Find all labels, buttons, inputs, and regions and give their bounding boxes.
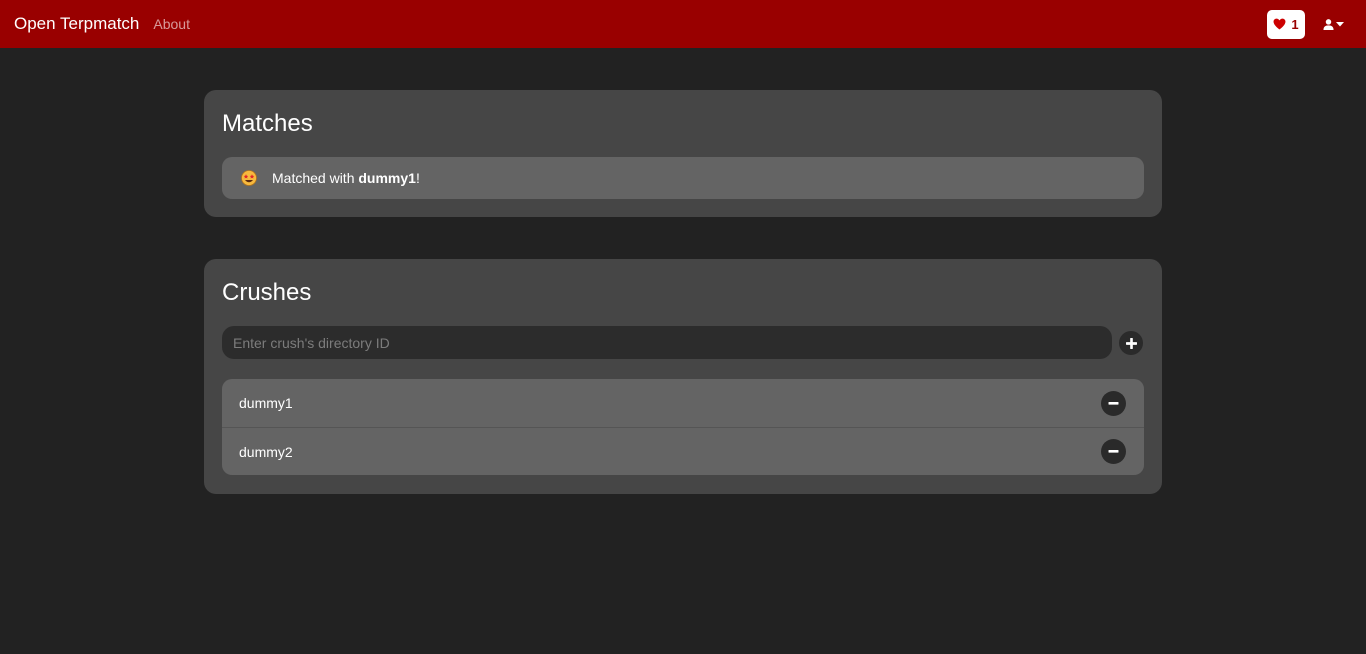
crush-id-input[interactable] bbox=[222, 326, 1112, 359]
crush-name: dummy2 bbox=[239, 443, 293, 460]
caret-down-icon bbox=[1336, 21, 1344, 26]
crushes-title: Crushes bbox=[222, 279, 312, 306]
crush-list: dummy1 dummy2 bbox=[222, 379, 1144, 475]
crushes-card: Crushes dummy1 dummy2 bbox=[204, 259, 1162, 494]
user-icon bbox=[1323, 18, 1334, 30]
minus-icon bbox=[1108, 401, 1119, 405]
crush-list-item: dummy1 bbox=[222, 379, 1144, 427]
plus-icon bbox=[1125, 337, 1137, 349]
minus-icon bbox=[1108, 450, 1119, 453]
crush-name: dummy1 bbox=[239, 395, 293, 411]
add-crush-button[interactable] bbox=[1119, 331, 1143, 355]
navbar-right: 1 bbox=[1267, 0, 1344, 48]
heart-icon bbox=[1273, 18, 1286, 30]
remove-crush-button[interactable] bbox=[1101, 390, 1126, 416]
about-link[interactable]: About bbox=[153, 16, 190, 32]
navbar: Open Terpmatch About 1 bbox=[0, 0, 1366, 48]
match-count: 1 bbox=[1291, 16, 1299, 32]
remove-crush-button[interactable] bbox=[1101, 439, 1126, 464]
match-text: Matched with dummy1! bbox=[272, 170, 420, 186]
match-name: dummy1 bbox=[358, 170, 416, 186]
match-item: Matched with dummy1! bbox=[222, 157, 1144, 199]
brand-link[interactable]: Open Terpmatch bbox=[14, 14, 139, 34]
crush-list-item: dummy2 bbox=[222, 427, 1144, 475]
matches-card: Matches Matched with dummy1! bbox=[204, 90, 1162, 217]
user-menu-toggle[interactable] bbox=[1323, 18, 1344, 30]
match-count-button[interactable]: 1 bbox=[1267, 9, 1305, 39]
star-struck-emoji-icon bbox=[241, 170, 257, 186]
matches-title: Matches bbox=[222, 110, 313, 137]
